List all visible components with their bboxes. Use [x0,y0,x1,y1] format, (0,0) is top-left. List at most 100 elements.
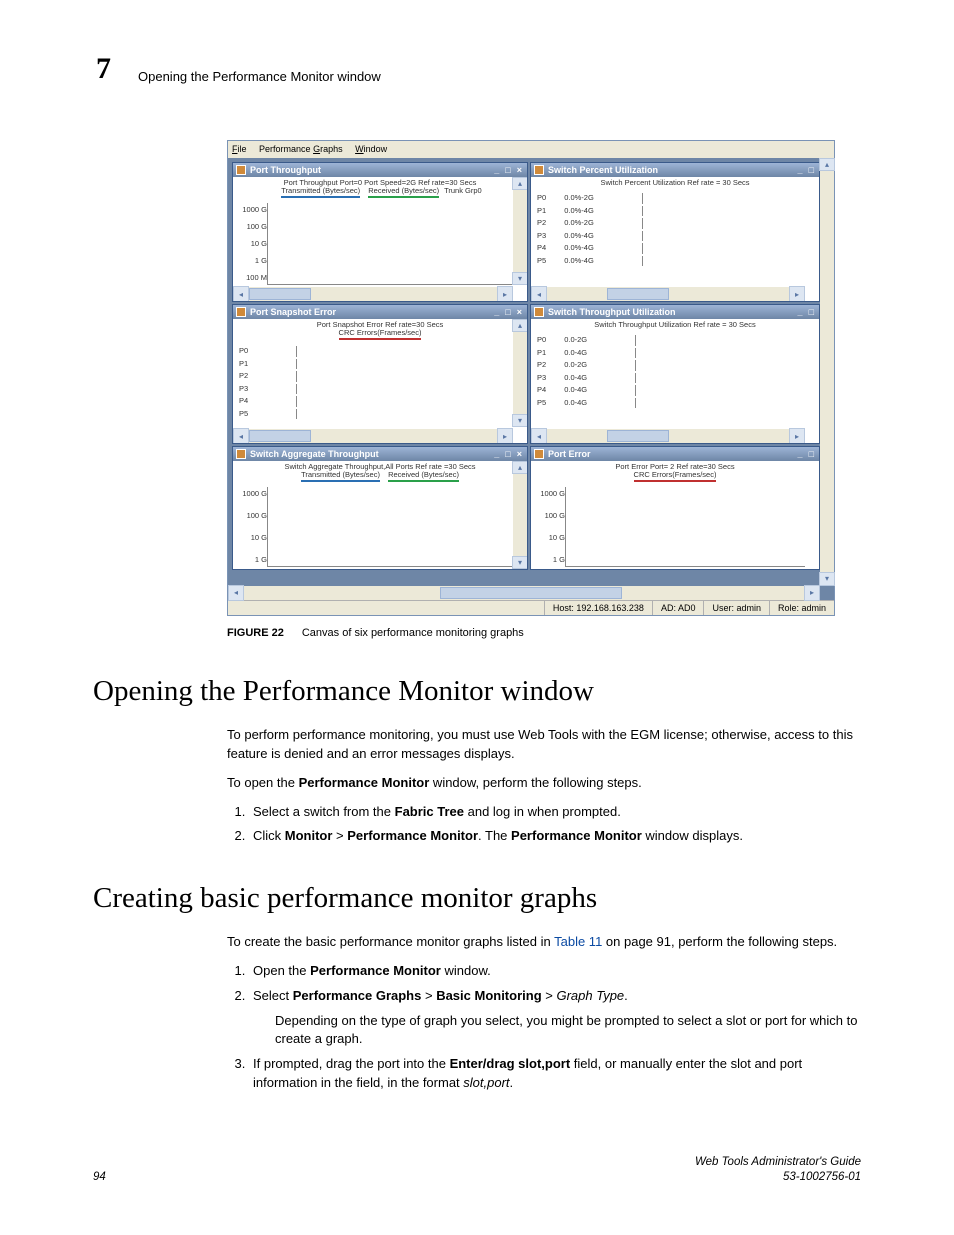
desktop-vertical-scrollbar[interactable]: ▴ ▾ [820,158,834,586]
port-rows: P00.0-2G P10.0-4G P20.0-2G P30.0-4G P40.… [531,334,805,427]
minimize-icon[interactable]: _ [796,448,805,461]
chapter-number: 7 [96,52,111,86]
scroll-left-icon[interactable]: ◂ [531,286,547,301]
vertical-scrollbar[interactable]: ▴▾ [513,177,527,285]
scroll-right-icon[interactable]: ▸ [804,585,820,601]
panel-port-throughput: Port Throughput _ □ × Port Throughput Po… [232,162,528,302]
close-icon[interactable]: × [515,164,524,177]
close-icon[interactable]: × [515,448,524,461]
scroll-right-icon[interactable]: ▸ [497,428,513,443]
graph-header: Switch Throughput Utilization Ref rate =… [531,319,819,329]
step-1: Select a switch from the Fabric Tree and… [249,803,858,822]
scroll-thumb[interactable] [440,587,622,599]
y-axis: 1000 G 100 G 10 G 1 G [233,487,269,567]
status-user: User: admin [703,601,769,616]
status-ad: AD: AD0 [652,601,704,616]
step-2: Select Performance Graphs > Basic Monito… [249,987,858,1050]
scroll-up-icon[interactable]: ▴ [512,177,527,190]
title: Port Error [548,448,796,461]
close-icon[interactable]: × [515,306,524,319]
horizontal-scrollbar[interactable]: ◂▸ [531,287,805,301]
title: Port Throughput [250,164,492,177]
figure-22: File Performance Graphs Window Port Thro… [227,140,835,642]
plot-area [267,203,513,285]
link-table-11[interactable]: Table 11 [554,934,602,949]
status-host: Host: 192.168.163.238 [544,601,652,616]
performance-monitor-window: File Performance Graphs Window Port Thro… [227,140,835,616]
plot-area [267,487,513,567]
titlebar[interactable]: Switch Aggregate Throughput _ □ × [233,447,527,462]
panel-switch-percent-utilization: Switch Percent Utilization _ □ Switch Pe… [530,162,820,302]
scroll-right-icon[interactable]: ▸ [789,286,805,301]
panel-switch-throughput-utilization: Switch Throughput Utilization _ □ Switch… [530,304,820,444]
heading-opening-performance-monitor: Opening the Performance Monitor window [93,675,594,708]
scroll-thumb[interactable] [249,288,311,300]
window-icon [534,165,544,175]
maximize-icon[interactable]: □ [503,448,512,461]
vertical-scrollbar[interactable]: ▴▾ [513,319,527,427]
scroll-up-icon[interactable]: ▴ [819,158,835,171]
y-axis: 1000 G 100 G 10 G 1 G [531,487,567,567]
scroll-right-icon[interactable]: ▸ [789,428,805,443]
step-2: Click Monitor > Performance Monitor. The… [249,827,858,846]
scroll-left-icon[interactable]: ◂ [233,428,249,443]
titlebar[interactable]: Switch Throughput Utilization _ □ [531,305,819,320]
maximize-icon[interactable]: □ [807,448,816,461]
page-number: 94 [93,1169,106,1185]
horizontal-scrollbar[interactable]: ◂▸ [233,287,513,301]
scroll-thumb[interactable] [607,430,669,442]
steps-list: Select a switch from the Fabric Tree and… [227,803,858,847]
titlebar[interactable]: Port Throughput _ □ × [233,163,527,178]
horizontal-scrollbar[interactable]: ◂▸ [233,429,513,443]
titlebar[interactable]: Port Snapshot Error _ □ × [233,305,527,320]
menu-window[interactable]: Window [355,144,387,154]
scroll-up-icon[interactable]: ▴ [512,461,527,474]
maximize-icon[interactable]: □ [807,164,816,177]
port-rows: P0 P1 P2 P3 P4 P5 [233,345,513,427]
minimize-icon[interactable]: _ [492,306,501,319]
scroll-down-icon[interactable]: ▾ [512,556,527,569]
heading-creating-basic-graphs: Creating basic performance monitor graph… [93,882,597,915]
menu-performance-graphs[interactable]: Performance Graphs [259,144,343,154]
paragraph: To perform performance monitoring, you m… [227,726,858,764]
minimize-icon[interactable]: _ [796,306,805,319]
vertical-scrollbar[interactable]: ▴▾ [513,461,527,569]
y-axis: 1000 G 100 G 10 G 1 G 100 M [233,203,269,285]
scroll-right-icon[interactable]: ▸ [497,286,513,301]
window-icon [236,165,246,175]
maximize-icon[interactable]: □ [503,164,512,177]
scroll-left-icon[interactable]: ◂ [228,585,244,601]
titlebar[interactable]: Port Error _ □ [531,447,819,462]
paragraph: To open the Performance Monitor window, … [227,774,858,793]
port-rows: P00.0%-2G P10.0%-4G P20.0%-2G P30.0%-4G … [531,192,805,285]
maximize-icon[interactable]: □ [807,306,816,319]
desktop-horizontal-scrollbar[interactable]: ◂ ▸ [228,586,820,600]
scroll-down-icon[interactable]: ▾ [512,272,527,285]
minimize-icon[interactable]: _ [796,164,805,177]
figure-caption: FIGURE 22Canvas of six performance monit… [227,626,835,641]
mdi-desktop: Port Throughput _ □ × Port Throughput Po… [228,158,834,600]
titlebar[interactable]: Switch Percent Utilization _ □ [531,163,819,178]
graph-header: Port Error Port= 2 Ref rate=30 Secs CRC … [531,461,819,482]
graph-header: Port Throughput Port=0 Port Speed=2G Ref… [233,177,527,198]
scroll-left-icon[interactable]: ◂ [531,428,547,443]
title: Switch Throughput Utilization [548,306,796,319]
section-b-body: To create the basic performance monitor … [227,933,858,1099]
scroll-thumb[interactable] [607,288,669,300]
scroll-up-icon[interactable]: ▴ [512,319,527,332]
scroll-down-icon[interactable]: ▾ [819,572,835,585]
maximize-icon[interactable]: □ [503,306,512,319]
menu-file[interactable]: File [232,144,247,154]
scroll-left-icon[interactable]: ◂ [233,286,249,301]
footer-right: Web Tools Administrator's Guide 53-10027… [695,1155,861,1185]
scroll-down-icon[interactable]: ▾ [512,414,527,427]
scroll-thumb[interactable] [249,430,311,442]
minimize-icon[interactable]: _ [492,448,501,461]
window-icon [534,307,544,317]
step-1: Open the Performance Monitor window. [249,962,858,981]
panel-switch-aggregate-throughput: Switch Aggregate Throughput _ □ × Switch… [232,446,528,570]
horizontal-scrollbar[interactable]: ◂▸ [531,429,805,443]
title: Switch Percent Utilization [548,164,796,177]
minimize-icon[interactable]: _ [492,164,501,177]
status-bar: Host: 192.168.163.238 AD: AD0 User: admi… [228,600,834,616]
